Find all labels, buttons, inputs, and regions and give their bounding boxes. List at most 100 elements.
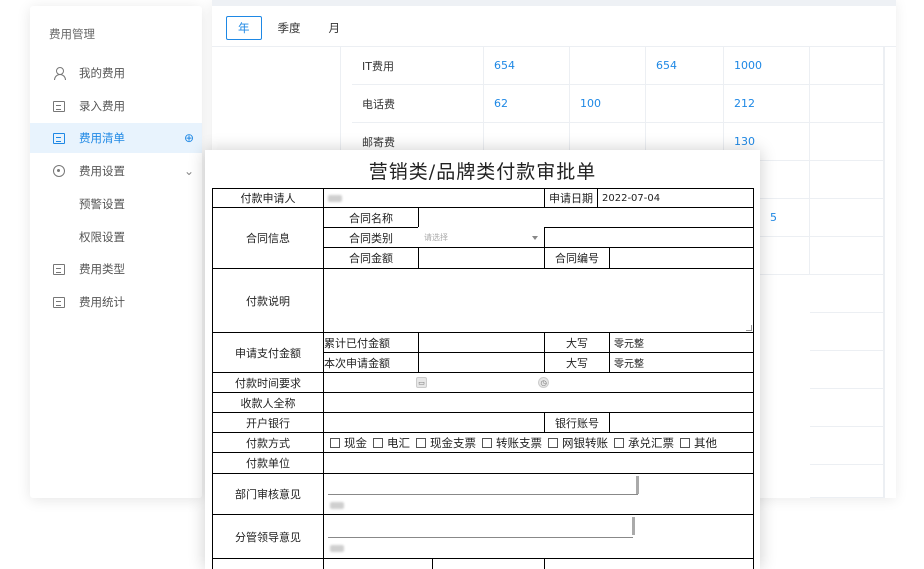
type-icon — [52, 262, 66, 276]
pay-method-online[interactable]: 网银转账 — [542, 435, 608, 451]
comment-line — [328, 537, 633, 538]
scrollbar[interactable] — [636, 476, 639, 494]
checkbox-icon[interactable] — [330, 437, 340, 448]
table-cell — [810, 313, 884, 351]
current-request-field[interactable] — [418, 352, 545, 373]
sidebar-item-expense-types[interactable]: 费用类型 — [30, 254, 202, 284]
checkbox-icon[interactable] — [373, 437, 383, 448]
table-cell-name: IT费用 — [352, 47, 484, 85]
contract-type-extra-field — [544, 227, 754, 248]
sidebar: 费用管理 我的费用 录入费用 费用清单 ⊕ 费用设置 ⌄ 预警设置 权限设置 费… — [30, 6, 202, 498]
table-cell — [760, 237, 810, 275]
sidebar-subitem-permission-settings[interactable]: 权限设置 — [79, 229, 125, 245]
bank-field[interactable] — [323, 412, 545, 433]
contract-no-field[interactable] — [609, 247, 754, 269]
payee-field[interactable] — [323, 392, 754, 413]
checkbox-icon[interactable] — [548, 437, 558, 448]
sidebar-item-expense-list[interactable]: 费用清单 ⊕ — [30, 123, 202, 153]
contract-name-field[interactable] — [418, 207, 754, 228]
form-row-next — [212, 558, 324, 569]
request-amount-label: 申请支付金额 — [212, 332, 324, 373]
leader-review-field[interactable] — [323, 514, 754, 559]
apply-date-label: 申请日期 — [544, 188, 598, 208]
redacted-signature — [330, 545, 344, 552]
table-cell-value — [570, 47, 646, 85]
checkbox-icon[interactable] — [614, 437, 624, 448]
clock-icon[interactable]: ◷ — [538, 377, 549, 388]
sidebar-item-expense-stats[interactable]: 费用统计 — [30, 287, 202, 317]
contract-type-label: 合同类别 — [323, 227, 419, 248]
option-label: 现金 — [344, 435, 367, 450]
table-cell-name: 电话费 — [352, 85, 484, 123]
sidebar-item-enter-expense[interactable]: 录入费用 — [30, 91, 202, 121]
pay-method-label: 付款方式 — [212, 432, 324, 453]
dept-review-label: 部门审核意见 — [212, 473, 324, 515]
redacted-signature — [330, 502, 344, 509]
pay-method-options: 现金 电汇 现金支票 转账支票 网银转账 承兑汇票 其他 — [323, 432, 754, 453]
add-circle-icon[interactable]: ⊕ — [184, 131, 194, 145]
tab-quarter[interactable]: 季度 — [266, 16, 313, 40]
table-cell-value — [810, 85, 884, 123]
redacted-name — [328, 194, 342, 202]
pay-method-cash[interactable]: 现金 — [324, 435, 367, 451]
pay-method-wire[interactable]: 电汇 — [367, 435, 410, 451]
checkbox-icon[interactable] — [680, 437, 690, 448]
pay-time-field[interactable]: ▭ ◷ — [323, 372, 754, 393]
payee-label: 收款人全称 — [212, 392, 324, 413]
column-divider — [884, 47, 885, 498]
contract-no-label: 合同编号 — [544, 247, 610, 269]
checkbox-icon[interactable] — [482, 437, 492, 448]
table-cell — [760, 161, 810, 199]
pay-unit-label: 付款单位 — [212, 452, 324, 474]
option-label: 转账支票 — [496, 435, 542, 450]
table-cell-value: 1000 — [724, 47, 810, 85]
account-field[interactable] — [609, 412, 754, 433]
top-strip — [212, 0, 896, 6]
contract-type-placeholder: 请选择 — [424, 233, 448, 242]
table-cell — [810, 427, 884, 465]
scrollbar[interactable] — [632, 517, 635, 535]
apply-date-field[interactable]: 2022-07-04 — [597, 188, 754, 208]
table-cell-value — [810, 47, 884, 85]
sidebar-item-label: 我的费用 — [79, 66, 125, 80]
table-cell — [810, 161, 884, 199]
table-cell-value: 5 — [760, 199, 810, 237]
gear-icon — [52, 164, 66, 178]
table-cell — [810, 199, 884, 237]
pay-method-acceptance[interactable]: 承兑汇票 — [608, 435, 674, 451]
pay-unit-field[interactable] — [323, 452, 754, 474]
form-row-next — [432, 558, 545, 569]
table-cell-value: 654 — [484, 47, 570, 85]
contract-type-select[interactable]: 请选择 — [418, 227, 545, 248]
option-label: 电汇 — [387, 435, 410, 450]
payment-desc-textarea[interactable] — [323, 268, 754, 333]
paid-total-field[interactable] — [418, 332, 545, 353]
pay-method-transfer-check[interactable]: 转账支票 — [476, 435, 542, 451]
sidebar-subitem-alert-settings[interactable]: 预警设置 — [79, 196, 125, 212]
checkbox-icon[interactable] — [416, 437, 426, 448]
sidebar-item-expense-settings[interactable]: 费用设置 ⌄ — [30, 156, 202, 186]
dept-review-field[interactable] — [323, 473, 754, 515]
pay-method-other[interactable]: 其他 — [674, 435, 717, 451]
chevron-down-icon: ⌄ — [183, 164, 194, 178]
payment-desc-label: 付款说明 — [212, 268, 324, 333]
table-cell — [810, 237, 884, 275]
resize-handle-icon[interactable] — [746, 325, 752, 331]
tab-year[interactable]: 年 — [226, 16, 262, 40]
option-label: 现金支票 — [430, 435, 476, 450]
current-request-label: 本次申请金额 — [323, 352, 419, 373]
current-uppercase-value: 零元整 — [609, 352, 754, 373]
comment-line — [328, 494, 638, 495]
pay-method-cash-check[interactable]: 现金支票 — [410, 435, 476, 451]
table-cell-value — [810, 123, 884, 161]
tab-month[interactable]: 月 — [317, 16, 353, 40]
calendar-icon[interactable]: ▭ — [416, 377, 427, 388]
paid-uppercase-value: 零元整 — [609, 332, 754, 353]
table-cell-value: 212 — [724, 85, 810, 123]
form-title: 营销类/品牌类付款审批单 — [368, 161, 597, 183]
sidebar-item-my-expenses[interactable]: 我的费用 — [30, 58, 202, 88]
contract-name-label: 合同名称 — [323, 207, 419, 228]
contract-amount-field[interactable] — [418, 247, 545, 269]
sidebar-title: 费用管理 — [49, 27, 95, 41]
applicant-value — [323, 188, 545, 208]
